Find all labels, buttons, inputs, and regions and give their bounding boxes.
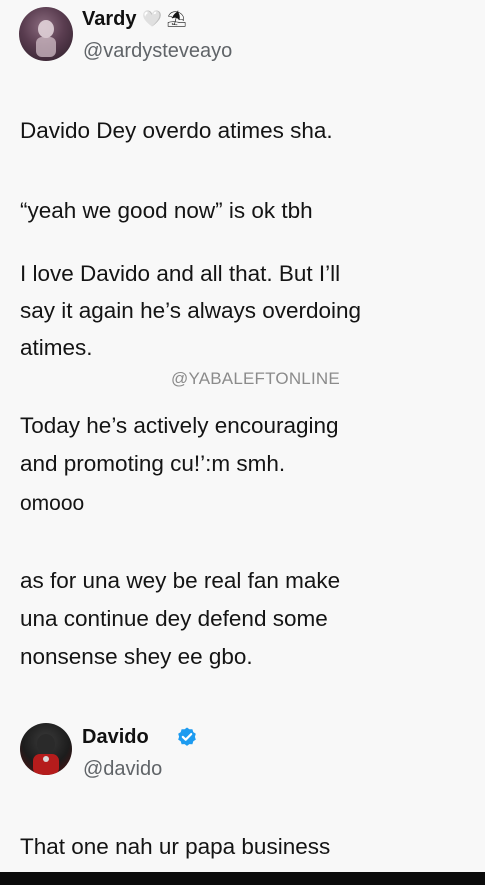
- tweet-text-line: and promoting cu!’:m smh.: [20, 451, 286, 476]
- watermark: @YABALEFTONLINE: [171, 369, 340, 388]
- person-icon: [36, 20, 56, 57]
- verified-badge-icon: [178, 727, 196, 746]
- person-icon: [33, 734, 59, 775]
- display-name[interactable]: Davido: [82, 726, 149, 749]
- display-name[interactable]: Vardy: [82, 8, 136, 31]
- tweet-text-line: una continue dey defend some: [20, 606, 328, 631]
- avatar[interactable]: [19, 7, 73, 61]
- tweet-text: That one nah ur papa business: [20, 834, 331, 859]
- tweet-text-line: as for una wey be real fan make: [20, 568, 341, 593]
- tweet-text-line: I love Davido and all that. But I’ll: [20, 261, 341, 286]
- tweet-text-line: “yeah we good now” is ok tbh: [20, 198, 313, 223]
- tweet-text-line: omooo: [20, 492, 85, 515]
- tweet-text-line: nonsense shey ee gbo.: [20, 644, 253, 669]
- avatar[interactable]: [20, 723, 72, 775]
- tweet-text-line: atimes.: [20, 335, 93, 360]
- tweet-text-line: say it again he’s always overdoing: [20, 298, 362, 323]
- tweet-text-line: Today he’s actively encouraging: [20, 413, 339, 438]
- bottom-edge-bar: [0, 872, 485, 885]
- tweet-screenshot: Vardy 🤍 ⛱ @vardysteveayo Davido Dey over…: [0, 0, 485, 872]
- user-handle[interactable]: @davido: [83, 758, 162, 781]
- tweet-text-line: Davido Dey overdo atimes sha.: [20, 118, 333, 143]
- name-emojis: 🤍 ⛱: [142, 11, 187, 28]
- user-handle[interactable]: @vardysteveayo: [83, 40, 232, 63]
